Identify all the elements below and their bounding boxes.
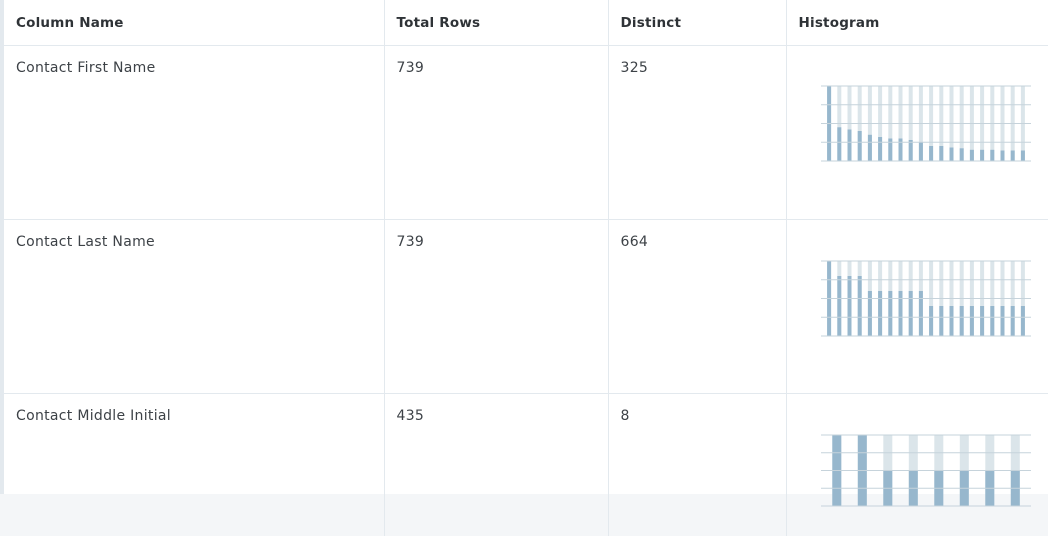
histogram-bar [1020,306,1024,336]
histogram-bar [867,135,871,161]
column-stats-table: Column Name Total Rows Distinct Histogra… [4,0,1048,536]
histogram-bar [969,306,973,336]
total-rows-cell: 739 [384,220,608,394]
histogram-bar [949,306,953,336]
histogram-bar [980,306,984,336]
column-name-cell: Contact Last Name [4,220,384,394]
table-row[interactable]: Contact First Name 739 325 [4,46,1048,220]
histogram-bar [939,146,943,161]
histogram-cell [786,220,1048,394]
histogram-bar [1010,151,1014,162]
histogram-bar [857,131,861,161]
column-name-header[interactable]: Column Name [4,0,384,46]
histogram-bar [1000,306,1004,336]
histogram-bar [878,291,882,336]
table-row[interactable]: Contact Middle Initial 435 8 [4,394,1048,536]
histogram-bar [929,306,933,336]
histogram-bar [918,142,922,161]
histogram-bar [908,140,912,161]
distinct-cell: 325 [608,46,786,220]
total-rows-header[interactable]: Total Rows [384,0,608,46]
column-name-cell: Contact First Name [4,46,384,220]
total-rows-cell: 435 [384,394,608,536]
histogram-header: Histogram [786,0,1048,46]
histogram-bar [837,127,841,161]
histogram-bar [959,306,963,336]
distinct-header[interactable]: Distinct [608,0,786,46]
histogram-bar [949,148,953,162]
histogram-bar [857,276,861,336]
histogram-chart [787,394,1048,523]
histogram-bar [918,291,922,336]
histogram-bar [959,148,963,161]
histogram-chart [787,220,1048,380]
table-header-row: Column Name Total Rows Distinct Histogra… [4,0,1048,46]
histogram-bar [1000,151,1004,162]
distinct-cell: 664 [608,220,786,394]
histogram-bar [1020,151,1024,162]
histogram-bar [990,306,994,336]
histogram-bar [939,306,943,336]
histogram-bar [1010,306,1014,336]
distinct-cell: 8 [608,394,786,536]
column-profile-panel: Column Name Total Rows Distinct Histogra… [0,0,1048,494]
histogram-bar [990,150,994,161]
histogram-bar [847,130,851,162]
table-row[interactable]: Contact Last Name 739 664 [4,220,1048,394]
histogram-bar [837,276,841,336]
histogram-bar [980,150,984,161]
histogram-bar [847,276,851,336]
histogram-bar [867,291,871,336]
histogram-bar [929,146,933,161]
histogram-cell [786,394,1048,536]
histogram-bar [908,291,912,336]
column-name-cell: Contact Middle Initial [4,394,384,536]
histogram-bar [898,291,902,336]
total-rows-cell: 739 [384,46,608,220]
histogram-cell [786,46,1048,220]
histogram-bar [969,150,973,161]
histogram-chart [787,46,1048,206]
histogram-bar [878,137,882,161]
histogram-bar [888,291,892,336]
